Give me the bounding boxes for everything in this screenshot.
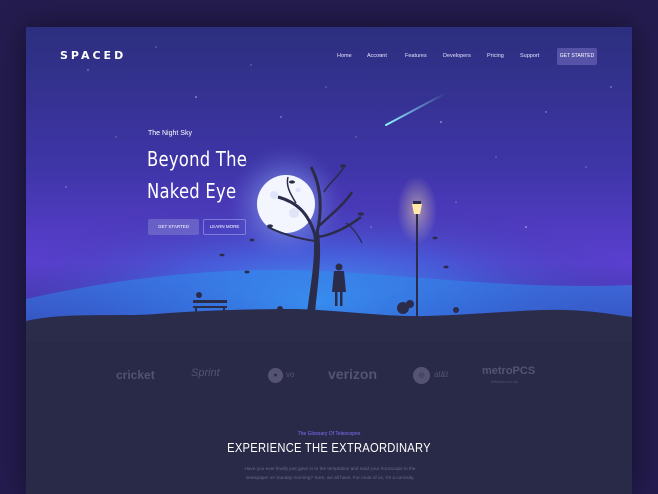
sprint-logo: Sprint: [191, 367, 220, 379]
att-globe-icon: ◎: [413, 367, 430, 384]
nav-item-support[interactable]: Support: [520, 53, 539, 59]
nav-item-account[interactable]: Account: [367, 53, 387, 59]
nav-get-started-button[interactable]: GET STARTED: [557, 48, 597, 65]
section-body: Have you ever finally just gave in to th…: [244, 466, 416, 480]
hero-headline-line1: Beyond The: [147, 147, 248, 171]
hero-headline: Beyond The Naked Eye: [147, 143, 262, 207]
nav-item-developers[interactable]: Developers: [443, 53, 471, 59]
get-started-button[interactable]: GET STARTED: [148, 219, 199, 235]
vo-mark-icon: ●: [268, 368, 283, 383]
landing-page: SPACED Home Account Features Developers …: [26, 27, 632, 494]
section-title: EXPERIENCE THE EXTRAORDINARY: [227, 440, 431, 455]
top-navigation: Home Account Features Developers Pricing…: [26, 53, 632, 65]
partner-logos: cricket Sprint ● vo verizon ◎ at&t metro…: [26, 362, 632, 392]
metropcs-logo: metroPCS: [482, 365, 536, 377]
vo-logo: vo: [286, 370, 295, 379]
night-sky-illustration: [26, 27, 632, 342]
cricket-logo: cricket: [116, 368, 155, 382]
hero-eyebrow: The Night Sky: [148, 130, 192, 137]
nav-item-features[interactable]: Features: [405, 53, 427, 59]
hero-section: SPACED Home Account Features Developers …: [26, 27, 632, 342]
nav-item-pricing[interactable]: Pricing: [487, 53, 504, 59]
verizon-logo: verizon: [328, 366, 378, 382]
att-logo: at&t: [434, 370, 449, 379]
moon: [257, 175, 315, 233]
section-eyebrow: The Glossary Of Telescopes: [297, 431, 361, 437]
nav-item-home[interactable]: Home: [337, 53, 352, 59]
metropcs-tagline: Wireless for All.: [491, 379, 519, 384]
learn-more-button[interactable]: LEARN MORE: [203, 219, 246, 235]
hero-headline-line2: Naked Eye: [147, 179, 237, 203]
